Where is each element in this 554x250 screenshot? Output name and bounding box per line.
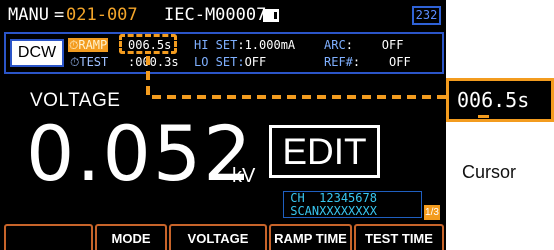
cursor-highlight	[119, 34, 177, 54]
arc-label: ARC	[324, 38, 346, 52]
edit-button[interactable]: EDIT	[269, 125, 380, 178]
channel-row: CH 12345678	[283, 191, 377, 205]
softkey-ramp-time[interactable]: RAMP TIME	[269, 224, 352, 250]
callout-value: 006.5s	[457, 88, 530, 112]
channel-label: CH	[290, 191, 305, 205]
manu-label: MANU	[8, 5, 49, 25]
hi-set-label: HI SET	[194, 38, 238, 52]
lo-set-value: OFF	[244, 55, 267, 69]
memory-card-icon	[263, 9, 279, 22]
cursor-underline	[478, 115, 489, 118]
scan-row: SCANXXXXXXXX	[283, 204, 377, 218]
callout-caption: Cursor	[462, 162, 517, 182]
voltage-unit: kV	[232, 165, 256, 187]
test-name: IEC-M00007	[164, 5, 267, 25]
softkey-1[interactable]	[4, 224, 93, 250]
ref-value: : OFF	[352, 55, 411, 69]
status-bar: MANU = 021-007 IEC-M00007 232	[0, 0, 446, 31]
mode-indicator[interactable]: DCW	[10, 39, 64, 67]
tester-screen: MANU = 021-007 IEC-M00007 232 DCW ⏱RAMP …	[0, 0, 446, 250]
ref-label: REF#	[324, 55, 353, 69]
cursor-callout: 006.5s	[446, 78, 554, 122]
manu-number: 021-007	[66, 5, 138, 25]
softkey-voltage[interactable]: VOLTAGE	[169, 224, 267, 250]
page-indicator[interactable]: 1/3	[424, 205, 440, 220]
softkey-test-time[interactable]: TEST TIME	[354, 224, 444, 250]
ramp-label: ⏱RAMP	[68, 38, 109, 52]
manu-equals: =	[54, 5, 65, 25]
arc-value: : OFF	[345, 38, 404, 52]
channel-numbers: 12345678	[319, 191, 377, 205]
hi-set-value: :1.000mA	[237, 38, 296, 52]
ref-setting: REF#: OFF	[324, 55, 411, 69]
scan-values: XXXXXXXX	[319, 204, 377, 218]
arc-setting: ARC: OFF	[324, 38, 403, 52]
voltage-value: 0.052	[26, 109, 254, 198]
lo-set-label: LO SET:	[194, 55, 245, 69]
lo-set: LO SET:OFF	[194, 55, 266, 69]
softkey-mode[interactable]: MODE	[95, 224, 167, 250]
test-value[interactable]: :000.3s	[128, 55, 179, 69]
scan-label: SCAN	[290, 204, 320, 218]
test-label: ⏱TEST	[70, 55, 109, 69]
settings-panel: DCW ⏱RAMP 006.5s ⏱TEST :000.3s HI SET:1.…	[4, 32, 444, 74]
channel-scan-panel: CH 12345678 SCANXXXXXXXX	[283, 191, 422, 219]
hi-set: HI SET:1.000mA	[194, 38, 295, 52]
softkey-bar: MODE VOLTAGE RAMP TIME TEST TIME	[0, 221, 446, 250]
count-badge: 232	[412, 6, 441, 25]
